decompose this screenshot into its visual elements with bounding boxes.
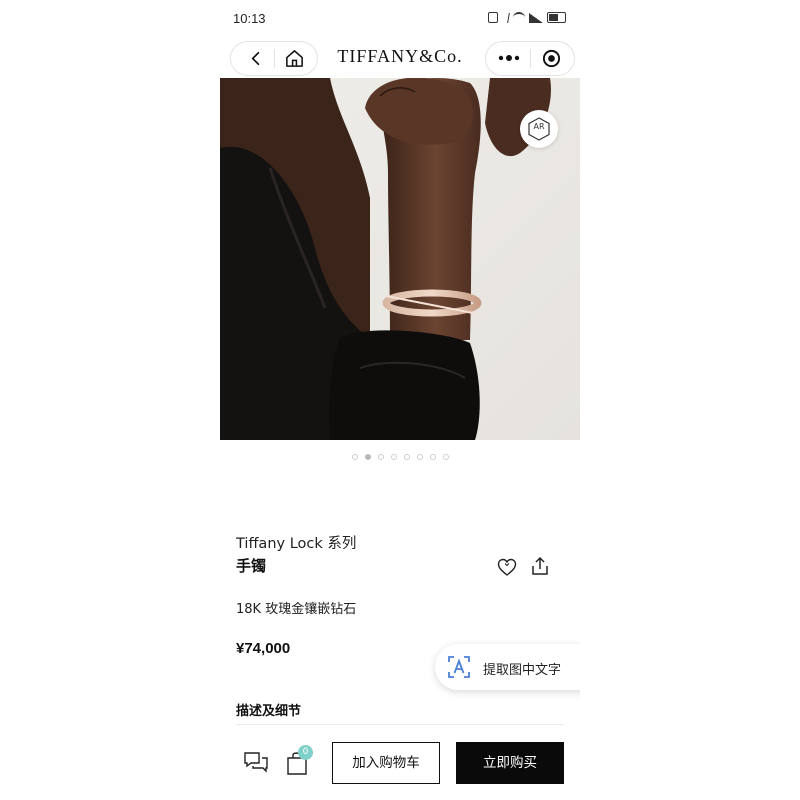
wifi-icon bbox=[513, 12, 525, 23]
carousel-dots bbox=[340, 454, 460, 464]
cart-count-badge: 0 bbox=[298, 745, 313, 760]
product-image[interactable]: AR bbox=[220, 78, 580, 440]
extract-text-label: 提取图中文字 bbox=[483, 663, 562, 678]
nav-bar: TIFFANY&Co. bbox=[220, 38, 580, 78]
wishlist-heart-icon[interactable] bbox=[496, 556, 518, 578]
carousel-dot[interactable] bbox=[429, 454, 436, 460]
carousel-dot[interactable] bbox=[403, 454, 410, 460]
home-icon[interactable] bbox=[284, 48, 305, 69]
more-options-icon[interactable] bbox=[496, 50, 522, 66]
product-title: 手镯 bbox=[236, 557, 267, 575]
share-icon[interactable] bbox=[529, 555, 551, 577]
carousel-dot[interactable] bbox=[416, 454, 423, 460]
product-price: ¥74,000 bbox=[236, 640, 291, 657]
system-icons bbox=[488, 12, 566, 23]
battery-icon bbox=[547, 12, 566, 23]
back-icon[interactable] bbox=[247, 49, 266, 68]
add-to-cart-button[interactable]: 加入购物车 bbox=[332, 742, 440, 784]
brand-logo: TIFFANY&Co. bbox=[337, 46, 463, 66]
ar-label: AR bbox=[533, 122, 545, 131]
ar-button[interactable]: AR bbox=[520, 110, 558, 148]
carousel-dot-active[interactable] bbox=[364, 454, 371, 460]
carousel-dot[interactable] bbox=[390, 454, 397, 460]
buy-now-button[interactable]: 立即购买 bbox=[456, 742, 564, 784]
carousel-dot[interactable] bbox=[377, 454, 384, 460]
bluetooth-icon bbox=[501, 12, 510, 23]
nav-left-capsule bbox=[230, 41, 318, 76]
customer-service-chat-icon[interactable] bbox=[243, 750, 269, 774]
bottom-action-bar: 0 加入购物车 立即购买 bbox=[220, 730, 580, 800]
carousel-dot[interactable] bbox=[351, 454, 358, 460]
extract-text-button[interactable]: 提取图中文字 bbox=[435, 644, 580, 690]
nav-right-capsule bbox=[485, 41, 575, 76]
close-miniprogram-icon[interactable] bbox=[541, 48, 562, 69]
phone-screen: 10:13 TIFFANY&Co. AR Tiffany Lock 系列 手镯 … bbox=[220, 0, 580, 800]
nav-divider bbox=[274, 49, 275, 68]
product-collection: Tiffany Lock 系列 bbox=[236, 536, 357, 552]
description-section-title[interactable]: 描述及细节 bbox=[236, 700, 301, 719]
nav-divider bbox=[530, 49, 531, 68]
product-material: 18K 玫瑰金镶嵌钻石 bbox=[236, 602, 357, 617]
text-scan-icon bbox=[448, 656, 470, 678]
status-time: 10:13 bbox=[233, 11, 266, 26]
nfc-icon bbox=[488, 12, 498, 23]
carousel-dot[interactable] bbox=[442, 454, 449, 460]
signal-icon bbox=[529, 12, 543, 23]
status-bar: 10:13 bbox=[220, 0, 580, 38]
divider bbox=[236, 724, 564, 725]
